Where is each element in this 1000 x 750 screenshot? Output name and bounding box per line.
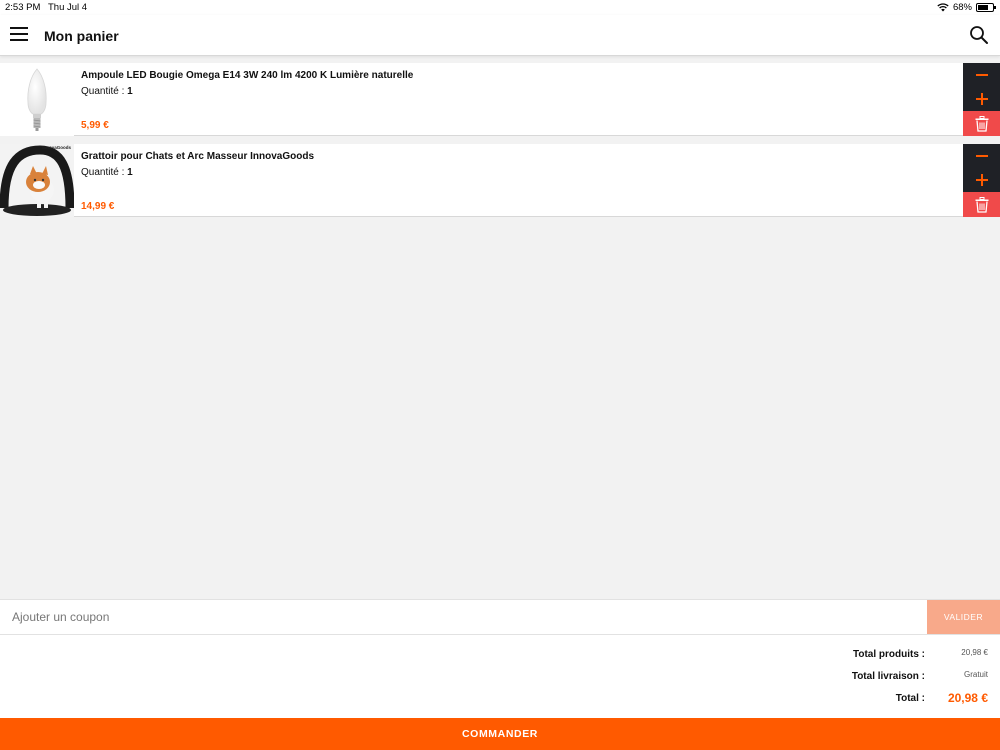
product-quantity: Quantité : 1 <box>81 167 133 178</box>
minus-icon <box>975 74 988 76</box>
product-image-led-bulb[interactable] <box>0 63 74 136</box>
trash-icon <box>975 115 988 132</box>
plus-icon <box>975 174 988 186</box>
trash-icon <box>975 196 988 213</box>
product-quantity: Quantité : 1 <box>81 86 133 97</box>
quantity-label: Quantité : <box>81 86 128 97</box>
quantity-value: 1 <box>127 86 133 97</box>
status-bar: 2:53 PM Thu Jul 4 68% <box>0 0 1000 15</box>
hamburger-icon[interactable] <box>10 27 28 43</box>
grand-total-value: 20,98 € <box>947 691 988 705</box>
brand-logo: InnovaGoods <box>42 145 71 150</box>
app-header: Mon panier <box>0 15 1000 56</box>
plus-icon <box>975 93 988 105</box>
increase-quantity-button[interactable] <box>963 87 1000 111</box>
status-right: 68% <box>937 2 996 13</box>
product-name[interactable]: Grattoir pour Chats et Arc Masseur Innov… <box>81 151 314 162</box>
quantity-value: 1 <box>127 167 133 178</box>
decrease-quantity-button[interactable] <box>963 144 1000 168</box>
order-button[interactable]: COMMANDER <box>0 718 1000 750</box>
product-image-cat-scratcher[interactable]: InnovaGoods <box>0 144 74 217</box>
search-icon[interactable] <box>969 25 989 45</box>
status-time: 2:53 PM <box>5 2 41 13</box>
remove-item-button[interactable] <box>963 111 1000 136</box>
decrease-quantity-button[interactable] <box>963 63 1000 87</box>
total-products-value: 20,98 € <box>961 648 988 657</box>
status-date: Thu Jul 4 <box>48 2 88 13</box>
increase-quantity-button[interactable] <box>963 168 1000 192</box>
coupon-bar: VALIDER <box>0 599 1000 635</box>
page-title: Mon panier <box>44 28 119 44</box>
wifi-icon <box>937 3 949 12</box>
total-products-label: Total produits : <box>852 649 925 660</box>
battery-level <box>978 5 988 10</box>
cart-list: Ampoule LED Bougie Omega E14 3W 240 lm 4… <box>0 63 1000 225</box>
cart-item: InnovaGoods Grattoir pour Chats et Arc M… <box>0 144 1000 217</box>
cart-item: Ampoule LED Bougie Omega E14 3W 240 lm 4… <box>0 63 1000 136</box>
product-price: 5,99 € <box>81 120 109 131</box>
coupon-input[interactable] <box>0 600 926 634</box>
cat-scratcher-image <box>0 144 74 217</box>
light-bulb-icon <box>27 68 47 131</box>
total-shipping-label: Total livraison : <box>851 671 925 682</box>
total-shipping-value: Gratuit <box>963 670 988 679</box>
product-price: 14,99 € <box>81 201 115 212</box>
totals-panel: Total produits : 20,98 € Total livraison… <box>0 635 1000 718</box>
battery-icon <box>976 3 996 12</box>
remove-item-button[interactable] <box>963 192 1000 217</box>
minus-icon <box>975 155 988 157</box>
grand-total-label: Total : <box>895 693 925 704</box>
product-name[interactable]: Ampoule LED Bougie Omega E14 3W 240 lm 4… <box>81 70 413 81</box>
validate-coupon-button[interactable]: VALIDER <box>927 600 1000 634</box>
battery-percent: 68% <box>952 2 972 13</box>
quantity-label: Quantité : <box>81 167 128 178</box>
